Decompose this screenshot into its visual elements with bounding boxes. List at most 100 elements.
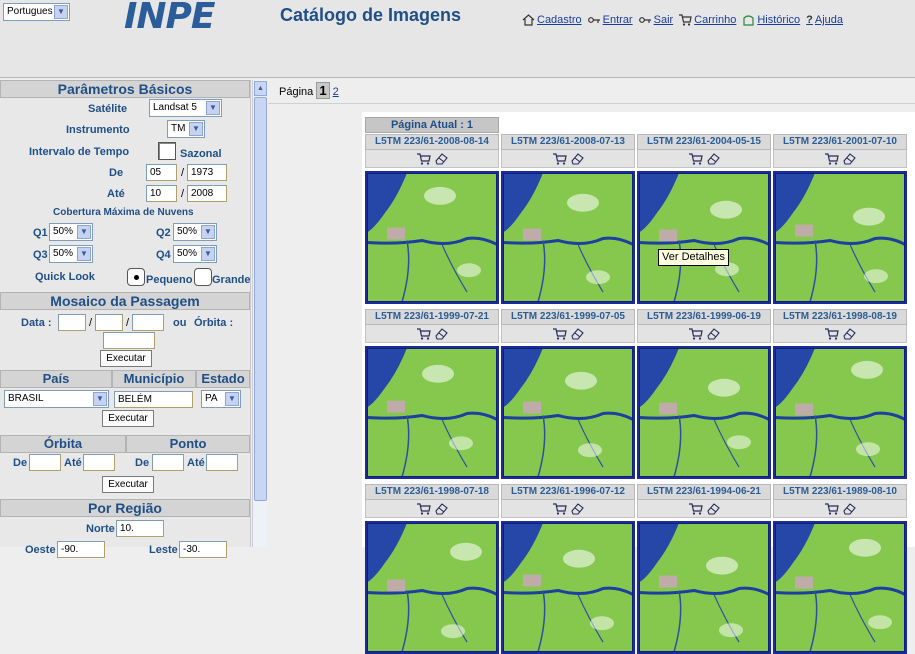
satellite-thumbnail <box>367 348 497 477</box>
chevron-down-icon[interactable]: ▼ <box>93 392 107 406</box>
eraser-icon[interactable] <box>570 327 584 340</box>
from-month-input[interactable]: 05 <box>146 164 177 181</box>
eraser-icon[interactable] <box>706 327 720 340</box>
image-thumbnail[interactable] <box>773 521 907 654</box>
image-thumbnail[interactable] <box>637 521 771 654</box>
orbit-execute-button[interactable]: Executar <box>102 476 154 493</box>
panel-scrollbar[interactable]: ▲ <box>252 80 267 547</box>
mosaic-orbit-input[interactable] <box>103 332 155 349</box>
cart-icon[interactable] <box>552 152 567 165</box>
date-separator: / <box>126 317 130 329</box>
q2-value: 50% <box>177 226 198 237</box>
eraser-icon[interactable] <box>842 327 856 340</box>
east-input[interactable]: -30. <box>179 541 227 558</box>
north-input[interactable]: 10. <box>116 520 164 537</box>
chevron-down-icon[interactable]: ▼ <box>201 225 215 239</box>
image-thumbnail[interactable] <box>773 171 907 304</box>
cart-icon[interactable] <box>824 327 839 340</box>
chevron-down-icon[interactable]: ▼ <box>77 225 91 239</box>
point-heading: Ponto <box>126 435 250 453</box>
chevron-down-icon[interactable]: ▼ <box>54 5 68 19</box>
image-thumbnail[interactable] <box>637 346 771 479</box>
image-thumbnail[interactable] <box>365 521 499 654</box>
cart-icon[interactable] <box>416 327 431 340</box>
location-execute-button[interactable]: Executar <box>102 410 154 427</box>
chevron-down-icon[interactable]: ▼ <box>201 247 215 261</box>
mosaic-year-input[interactable] <box>132 314 164 331</box>
seasonal-checkbox[interactable] <box>158 142 176 160</box>
eraser-icon[interactable] <box>570 502 584 515</box>
nav-sair[interactable]: Sair <box>638 14 673 26</box>
satellite-thumbnail <box>775 523 905 652</box>
q2-select[interactable]: 50% ▼ <box>173 223 217 241</box>
state-select[interactable]: PA ▼ <box>201 390 241 408</box>
image-actions <box>773 500 907 518</box>
cart-icon[interactable] <box>824 152 839 165</box>
nav-historico[interactable]: Histórico <box>742 14 800 26</box>
mosaic-execute-button[interactable]: Executar <box>100 350 152 367</box>
satellite-select[interactable]: Landsat 5 ▼ <box>149 99 222 117</box>
image-thumbnail[interactable] <box>365 171 499 304</box>
image-thumbnail[interactable] <box>773 346 907 479</box>
orbit-from-input[interactable] <box>29 454 61 471</box>
municipality-input[interactable]: BELÉM <box>114 391 193 408</box>
chevron-down-icon[interactable]: ▼ <box>77 247 91 261</box>
west-input[interactable]: -90. <box>57 541 105 558</box>
point-from-input[interactable] <box>152 454 184 471</box>
chevron-down-icon[interactable]: ▼ <box>225 392 239 406</box>
image-name: L5TM 223/61-2008-07-13 <box>501 134 635 150</box>
eraser-icon[interactable] <box>842 152 856 165</box>
cart-icon[interactable] <box>416 152 431 165</box>
cart-icon[interactable] <box>552 502 567 515</box>
orbit-heading: Órbita <box>0 435 126 453</box>
from-year-input[interactable]: 1973 <box>187 164 227 181</box>
eraser-icon[interactable] <box>434 152 448 165</box>
eraser-icon[interactable] <box>842 502 856 515</box>
cart-icon[interactable] <box>824 502 839 515</box>
image-name: L5TM 223/61-1999-06-19 <box>637 309 771 325</box>
page-link-2[interactable]: 2 <box>333 86 339 98</box>
orbit-to-input[interactable] <box>83 454 115 471</box>
q4-label: Q4 <box>156 249 171 261</box>
scrollbar-thumb[interactable] <box>254 97 267 501</box>
nav-ajuda[interactable]: ? Ajuda <box>806 14 843 26</box>
chevron-down-icon[interactable]: ▼ <box>206 101 220 115</box>
cart-icon[interactable] <box>688 502 703 515</box>
eraser-icon[interactable] <box>434 502 448 515</box>
cart-icon[interactable] <box>688 152 703 165</box>
image-thumbnail[interactable] <box>365 346 499 479</box>
nav-carrinho[interactable]: Carrinho <box>679 14 736 26</box>
q3-select[interactable]: 50% ▼ <box>49 245 93 263</box>
instrument-select[interactable]: TM ▼ <box>167 120 205 138</box>
inpe-logo[interactable]: INPE <box>124 0 215 37</box>
scroll-up-icon[interactable]: ▲ <box>254 81 267 96</box>
cart-icon[interactable] <box>688 327 703 340</box>
eraser-icon[interactable] <box>434 327 448 340</box>
pagination-label: Página <box>279 86 314 98</box>
eraser-icon[interactable] <box>570 152 584 165</box>
mosaic-day-input[interactable] <box>58 314 86 331</box>
country-select[interactable]: BRASIL ▼ <box>4 390 109 408</box>
chevron-down-icon[interactable]: ▼ <box>189 122 203 136</box>
eraser-icon[interactable] <box>706 152 720 165</box>
language-select[interactable]: Portugues ▼ <box>3 3 70 21</box>
cart-icon[interactable] <box>416 502 431 515</box>
mosaic-month-input[interactable] <box>95 314 123 331</box>
image-thumbnail[interactable] <box>501 171 635 304</box>
quicklook-large-radio[interactable] <box>194 268 212 286</box>
nav-cadastro[interactable]: Cadastro <box>522 14 582 26</box>
point-to-input[interactable] <box>206 454 238 471</box>
q1-select[interactable]: 50% ▼ <box>49 223 93 241</box>
eraser-icon[interactable] <box>706 502 720 515</box>
image-thumbnail[interactable] <box>501 346 635 479</box>
to-year-input[interactable]: 2008 <box>187 185 227 202</box>
orbit-point-headers: Órbita Ponto <box>0 435 250 453</box>
image-thumbnail[interactable] <box>501 521 635 654</box>
nav-entrar[interactable]: Entrar <box>587 14 633 26</box>
q4-select[interactable]: 50% ▼ <box>173 245 217 263</box>
cart-icon[interactable] <box>552 327 567 340</box>
image-name: L5TM 223/61-1998-08-19 <box>773 309 907 325</box>
image-thumbnail[interactable] <box>637 171 771 304</box>
quicklook-small-radio[interactable] <box>127 268 145 286</box>
to-month-input[interactable]: 10 <box>146 185 177 202</box>
